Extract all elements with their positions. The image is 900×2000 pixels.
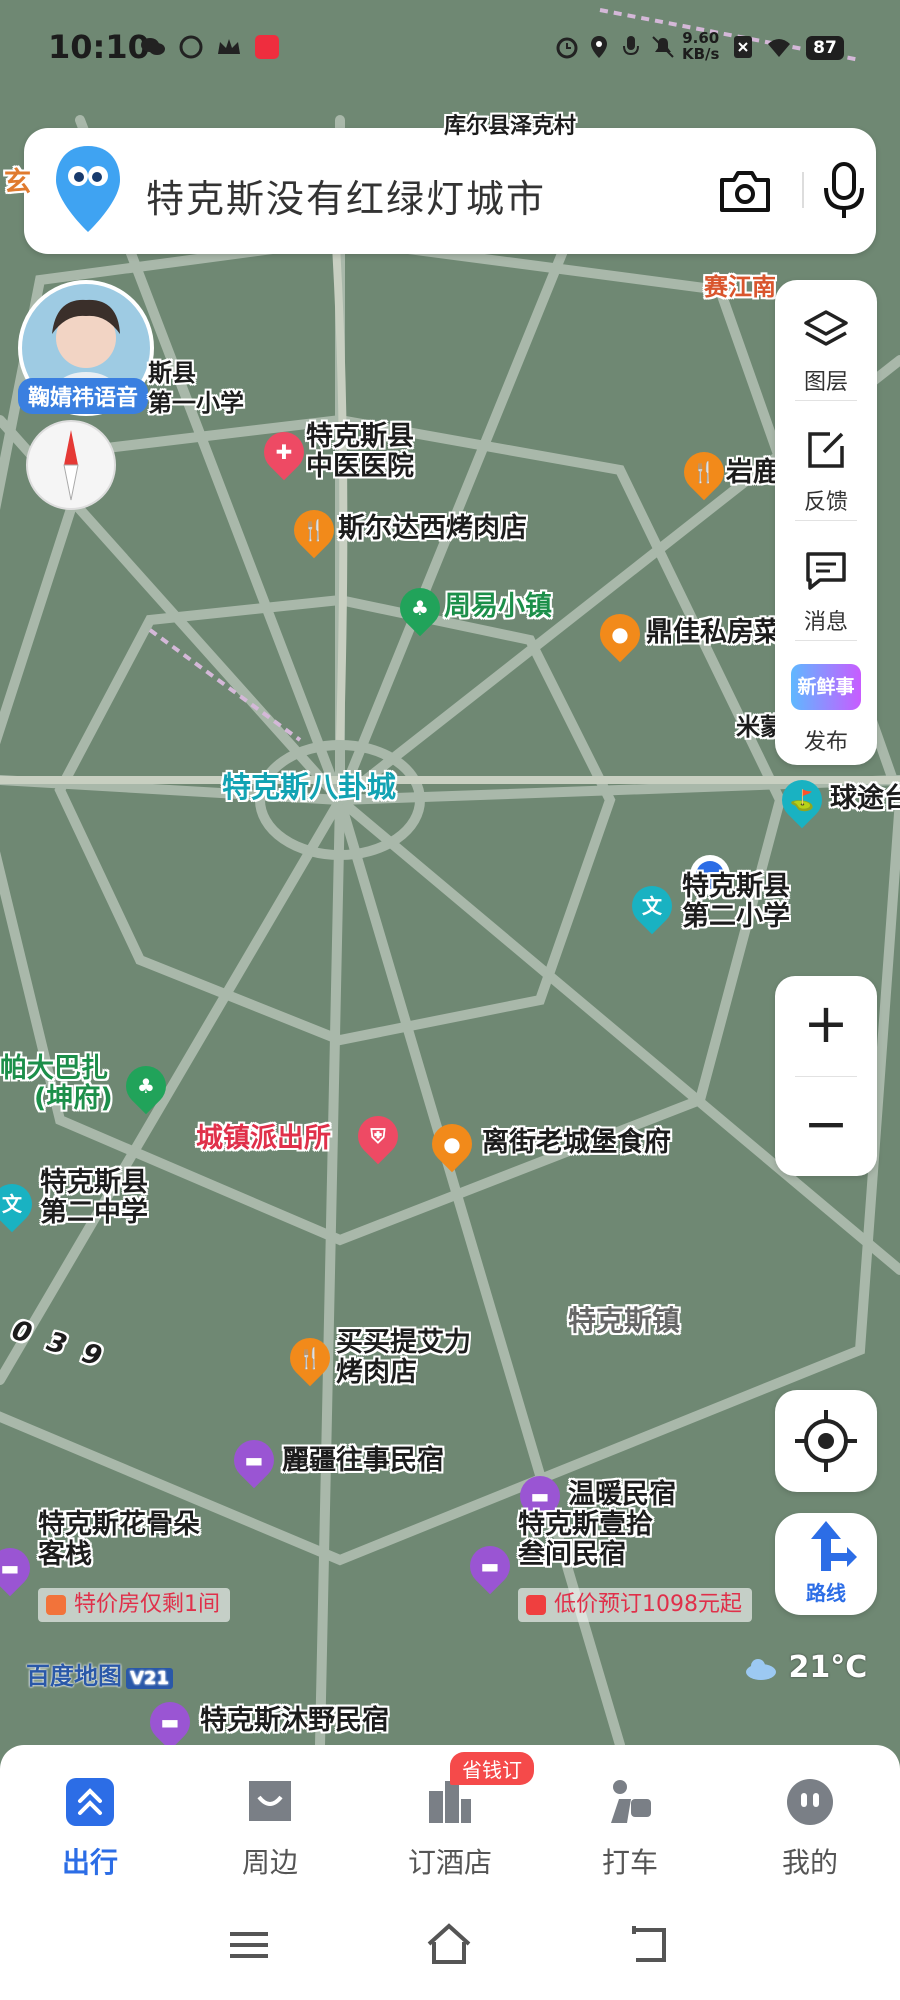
voice-mic-icon[interactable] (816, 158, 872, 222)
layers-button[interactable]: 图层 (775, 288, 877, 408)
camera-icon[interactable] (716, 162, 774, 220)
map-label-zhouyi[interactable]: 周易小镇 (444, 592, 552, 622)
layers-icon (804, 310, 848, 346)
map-label-pada[interactable]: 帕大巴扎 (坤府) (0, 1054, 113, 1114)
map-label-road: 库尔县泽克村 (444, 114, 577, 139)
nearby-bag-icon (249, 1781, 291, 1821)
restaurant-pin-icon[interactable]: 🍴 (285, 501, 343, 559)
map-label-huagu[interactable]: 特克斯花骨朵 客栈 (38, 1510, 200, 1570)
map-label-muye[interactable]: 特克斯沐野民宿 (200, 1706, 389, 1736)
weather-widget[interactable]: 21°C (744, 1650, 867, 1685)
menu-icon[interactable] (224, 1920, 274, 1970)
zoom-in-button[interactable]: + (775, 976, 877, 1076)
map-label-wennuan[interactable]: 温暖民宿 (568, 1480, 676, 1510)
route-arrow-icon (811, 1521, 857, 1571)
map-label-saijiang: 赛江南 (704, 273, 776, 301)
map-label-town[interactable]: 特克斯镇 (568, 1306, 680, 1336)
mic-status-icon (623, 36, 639, 56)
police-pin-icon[interactable]: ⛨ (349, 1107, 407, 1165)
status-bar: 10:10 9.60 KB/s 87 (0, 0, 900, 96)
back-icon[interactable] (624, 1920, 674, 1970)
hospital-pin-icon[interactable]: ✚ (255, 423, 313, 481)
map-label-bbq2[interactable]: 买买提艾力 烤肉店 (336, 1328, 471, 1388)
map-label-bagua[interactable]: 特克斯八卦城 (222, 772, 396, 802)
panel-divider (795, 400, 857, 401)
travel-icon (66, 1778, 114, 1826)
xiaohongshu-icon (255, 35, 279, 59)
zoom-control: + − (775, 976, 877, 1176)
mute-icon (652, 36, 674, 58)
map-label-hospital[interactable]: 特克斯县 中医医院 (306, 422, 414, 482)
wifi-icon (768, 39, 790, 57)
app-swirl-icon (179, 35, 203, 59)
compass-button[interactable] (26, 420, 116, 510)
deal-tag-1[interactable]: 特价房仅剩1间 (38, 1588, 230, 1622)
tab-taxi[interactable]: 打车 (560, 1765, 700, 1879)
food-pin-icon[interactable]: ● (591, 605, 649, 663)
map-label-mid2[interactable]: 特克斯县 第二中学 (40, 1168, 148, 1228)
hotel-promo-badge: 省钱订 (450, 1752, 534, 1785)
new-feed-badge: 新鲜事 (791, 664, 861, 710)
status-time: 10:10 (48, 28, 150, 66)
panel-divider (795, 640, 857, 641)
search-bar[interactable]: 特克斯没有红绿灯城市 (24, 128, 876, 254)
tab-me[interactable]: 我的 (740, 1765, 880, 1879)
map-label-school2[interactable]: 特克斯县 第二小学 (682, 872, 790, 932)
alarm-icon (556, 37, 578, 59)
locate-me-button[interactable] (775, 1390, 877, 1492)
zoom-out-button[interactable]: − (775, 1076, 877, 1176)
map-label-yishi[interactable]: 特克斯壹拾 叁间民宿 (518, 1510, 653, 1570)
no-sim-icon (734, 36, 752, 58)
map-label-lijiang[interactable]: 麗疆往事民宿 (282, 1446, 444, 1476)
publish-button[interactable]: 新鲜事 发布 (775, 648, 877, 768)
map-label-school-1: 斯县 第一小学 (148, 359, 244, 417)
map-brand-logo: 百度地图 V21 (26, 1656, 173, 1691)
cloud-icon (746, 1658, 776, 1680)
food-pin-icon[interactable]: ● (423, 1115, 481, 1173)
search-input[interactable]: 特克斯没有红绿灯城市 (146, 168, 546, 223)
voice-avatar-label[interactable]: 鞠婧祎语音 (18, 378, 148, 414)
messages-button[interactable]: 消息 (775, 528, 877, 648)
mascot-icon (56, 146, 120, 232)
wechat-icon (141, 38, 165, 55)
school-pin-icon[interactable]: 文 (623, 877, 681, 935)
tab-travel[interactable]: 出行 (20, 1765, 160, 1879)
battery-indicator: 87 (806, 36, 844, 60)
feedback-button[interactable]: 反馈 (775, 408, 877, 528)
feedback-edit-icon (808, 432, 844, 468)
map-label-edge: 玄 (4, 167, 31, 198)
tab-nearby[interactable]: 周边 (200, 1765, 340, 1879)
map-label-police[interactable]: 城镇派出所 (196, 1124, 331, 1154)
crown-icon (218, 39, 240, 54)
park-pin-icon[interactable]: ♣ (117, 1057, 175, 1115)
search-divider (802, 172, 804, 208)
hotel-pin-icon[interactable]: ▬ (141, 1693, 199, 1751)
fire-icon (46, 1595, 66, 1615)
crosshair-icon (795, 1410, 857, 1472)
net-speed: 9.60 KB/s (682, 29, 720, 63)
route-button[interactable]: 路线 (775, 1513, 877, 1615)
location-status-icon (591, 36, 607, 58)
restaurant-pin-icon[interactable]: 🍴 (281, 1329, 339, 1387)
sports-pin-icon[interactable]: ⛳ (773, 771, 831, 829)
deal-tag-2[interactable]: 低价预订1098元起 (518, 1588, 752, 1622)
restaurant-pin-icon[interactable]: 🍴 (675, 443, 733, 501)
red-envelope-icon (526, 1595, 546, 1615)
taxi-icon (611, 1780, 651, 1823)
hotel-pin-icon[interactable]: ▬ (225, 1431, 283, 1489)
profile-face-icon (787, 1779, 833, 1825)
map-label-yanlu[interactable]: 岩鹿 (726, 458, 780, 488)
compass-icon (63, 430, 79, 501)
park-pin-icon[interactable]: ♣ (391, 579, 449, 637)
home-icon[interactable] (424, 1920, 474, 1970)
map-label-bbq1[interactable]: 斯尔达西烤肉店 (338, 514, 527, 544)
map-label-dingjia[interactable]: 鼎佳私房菜 (646, 618, 781, 648)
map-label-lijie[interactable]: 离街老城堡食府 (482, 1128, 671, 1158)
map-tools-panel: 图层 反馈 消息 新鲜事 发布 (775, 280, 877, 765)
hotel-pin-icon[interactable]: ▬ (461, 1537, 519, 1595)
panel-divider (795, 520, 857, 521)
message-icon (806, 552, 846, 590)
map-label-qiutu[interactable]: 球途台 (830, 784, 900, 814)
